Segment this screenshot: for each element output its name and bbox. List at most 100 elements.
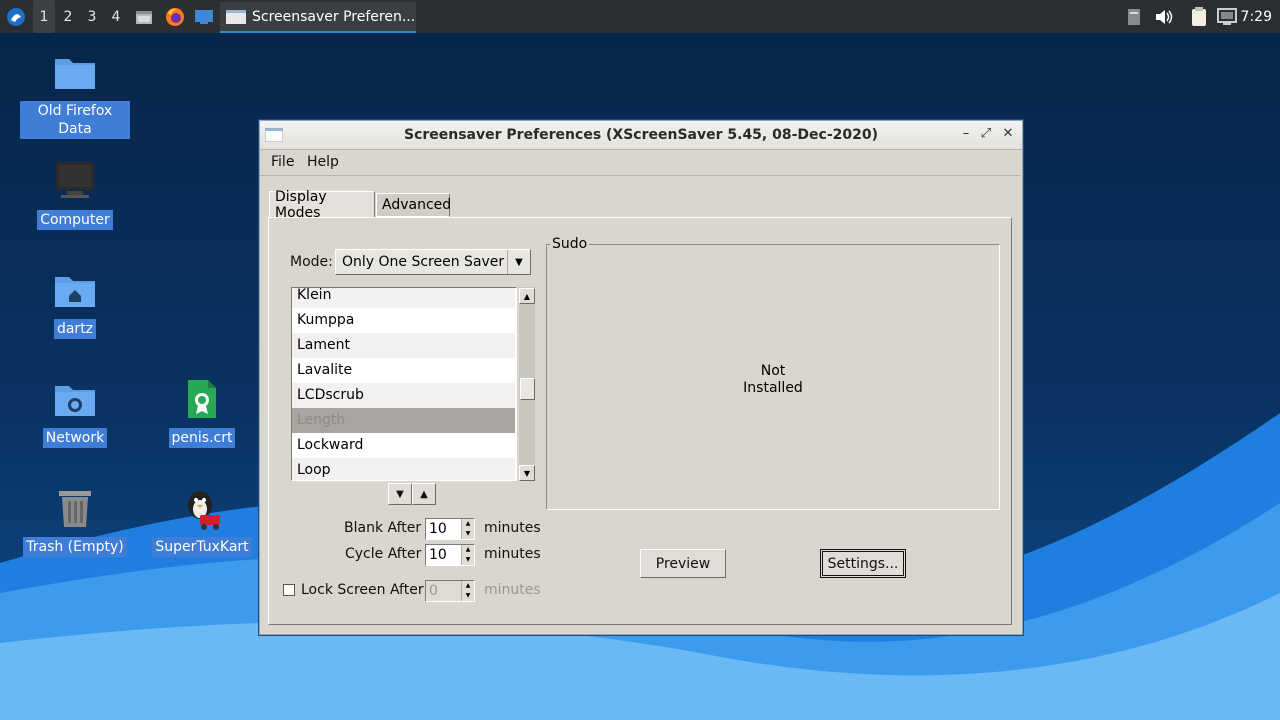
network-tray-icon[interactable] (1215, 0, 1239, 33)
window-title: Screensaver Preferences (XScreenSaver 5.… (403, 127, 879, 143)
menubar: File Help (260, 149, 1020, 176)
taskbar: 1 2 3 4 Screensaver Preferen... 7:29 (0, 0, 1280, 33)
firefox-launcher-icon[interactable] (163, 0, 187, 33)
cycle-after-value: 10 (429, 547, 447, 563)
screensaver-list[interactable]: Klein Kumppa Lament Lavalite LCDscrub Le… (291, 287, 517, 481)
preview-message-line: Installed (743, 380, 803, 396)
taskbar-window-title: Screensaver Preferen... (252, 8, 416, 25)
tab-label: Advanced (382, 197, 452, 213)
desktop-icon-dartz[interactable]: dartz (20, 269, 130, 339)
arrow-down-icon: ▼ (396, 488, 404, 500)
lock-after-unit: minutes (484, 582, 541, 598)
spinner-arrows-icon[interactable]: ▲ ▼ (461, 519, 474, 539)
list-item-selected[interactable]: Length (292, 408, 515, 433)
next-screensaver-button[interactable]: ▼ (388, 483, 412, 505)
preview-frame-title: Sudo (550, 236, 590, 252)
workspace-2[interactable]: 2 (57, 0, 79, 33)
workspace-label: 4 (111, 8, 121, 25)
workspace-label: 3 (87, 8, 97, 25)
menu-help[interactable]: Help (307, 154, 339, 170)
desktop-icon-penis-crt[interactable]: penis.crt (147, 378, 257, 448)
volume-icon[interactable] (1153, 0, 1175, 33)
workspace-label: 1 (39, 8, 49, 25)
lock-after-spinner: 0 ▲ ▼ (425, 580, 475, 602)
desktop-launcher-icon[interactable] (193, 0, 215, 33)
trash-icon (53, 487, 97, 531)
desktop-icon-label: Old Firefox Data (20, 101, 130, 139)
previous-screensaver-button[interactable]: ▲ (412, 483, 436, 505)
certificate-file-icon (180, 378, 224, 422)
desktop-icon-supertuxkart[interactable]: SuperTuxKart (147, 487, 257, 557)
maximize-icon[interactable]: ⤢ (977, 125, 995, 143)
minimize-icon[interactable]: – (957, 125, 975, 143)
workspace-4[interactable]: 4 (105, 0, 127, 33)
preview-message-line: Not (760, 363, 786, 379)
settings-button[interactable]: Settings... (820, 549, 906, 578)
scroll-down-icon[interactable]: ▼ (519, 465, 535, 481)
list-item[interactable]: Klein (292, 288, 515, 308)
preview-button[interactable]: Preview (640, 549, 726, 578)
list-item[interactable]: Loop (292, 458, 515, 480)
desktop-icon-label: SuperTuxKart (152, 537, 252, 557)
spinner-arrows-icon[interactable]: ▲ ▼ (461, 545, 474, 565)
app-menu-icon[interactable] (4, 0, 28, 33)
preview-frame: Sudo Not Installed (546, 236, 1000, 510)
chevron-down-icon: ▼ (507, 250, 530, 274)
blank-after-spinner[interactable]: 10 ▲ ▼ (425, 518, 475, 540)
lock-screen-checkbox[interactable] (283, 584, 295, 596)
blank-after-unit: minutes (484, 520, 541, 536)
cycle-after-unit: minutes (484, 546, 541, 562)
desktop-icon-network[interactable]: Network (20, 378, 130, 448)
list-item[interactable]: Lavalite (292, 358, 515, 383)
desktop-icon-computer[interactable]: Computer (20, 160, 130, 230)
preview-button-label: Preview (655, 555, 711, 572)
mode-label: Mode: (290, 254, 333, 270)
lock-screen-label[interactable]: Lock Screen After (301, 582, 424, 598)
clipboard-tray-icon[interactable] (1125, 0, 1143, 33)
lock-after-value: 0 (429, 583, 438, 599)
taskbar-window-screensaver[interactable]: Screensaver Preferen... (220, 2, 416, 33)
desktop-icon-label: Trash (Empty) (23, 537, 127, 557)
desktop-icon-label: dartz (53, 319, 97, 339)
blank-after-label: Blank After (344, 520, 422, 536)
workspace-label: 2 (63, 8, 73, 25)
list-scrollbar[interactable]: ▲ ▼ (519, 287, 535, 481)
desktop-icon-old-firefox-data[interactable]: Old Firefox Data (20, 51, 130, 139)
settings-button-label: Settings... (827, 555, 899, 572)
window-icon (226, 9, 246, 24)
list-item[interactable]: Lockward (292, 433, 515, 458)
scrollbar-thumb[interactable] (520, 378, 535, 400)
scroll-up-icon[interactable]: ▲ (519, 288, 535, 304)
workspace-3[interactable]: 3 (81, 0, 103, 33)
list-item[interactable]: Lament (292, 333, 515, 358)
desktop-icon-label: Network (42, 428, 108, 448)
computer-icon (53, 160, 97, 204)
desktop-icon-label: penis.crt (168, 428, 236, 448)
network-folder-icon (53, 378, 97, 422)
tab-display-modes[interactable]: Display Modes (269, 189, 375, 221)
folder-icon (53, 51, 97, 95)
supertuxkart-icon (180, 487, 224, 531)
mode-select-value: Only One Screen Saver (342, 254, 505, 270)
desktop-icon-label: Computer (37, 210, 113, 230)
close-icon[interactable]: ✕ (999, 125, 1017, 143)
list-item[interactable]: Kumppa (292, 308, 515, 333)
desktop-icon-trash[interactable]: Trash (Empty) (20, 487, 130, 557)
arrow-up-icon: ▲ (420, 488, 428, 500)
blank-after-value: 10 (429, 521, 447, 537)
window-titlebar[interactable]: Screensaver Preferences (XScreenSaver 5.… (260, 121, 1022, 150)
screensaver-preferences-window: Screensaver Preferences (XScreenSaver 5.… (259, 120, 1023, 635)
home-folder-icon (53, 269, 97, 313)
preview-message: Not Installed (547, 363, 999, 397)
file-manager-launcher-icon[interactable] (133, 0, 155, 33)
workspace-1[interactable]: 1 (33, 0, 55, 33)
list-item[interactable]: LCDscrub (292, 383, 515, 408)
clock[interactable]: 7:29 (1241, 0, 1272, 33)
cycle-after-spinner[interactable]: 10 ▲ ▼ (425, 544, 475, 566)
notes-tray-icon[interactable] (1188, 0, 1210, 33)
spinner-arrows-icon: ▲ ▼ (461, 581, 474, 601)
mode-select[interactable]: Only One Screen Saver ▼ (335, 249, 531, 275)
cycle-after-label: Cycle After (345, 546, 422, 562)
tab-advanced[interactable]: Advanced (376, 193, 452, 217)
menu-file[interactable]: File (271, 154, 294, 170)
